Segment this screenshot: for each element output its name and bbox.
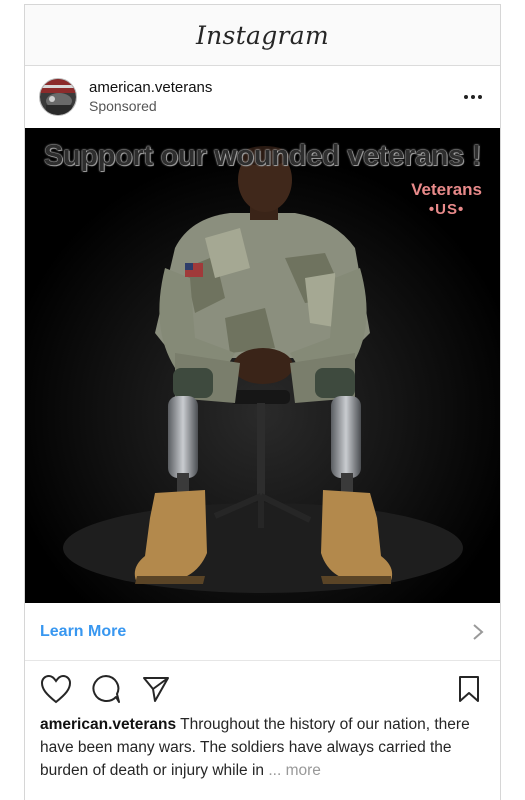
- post-caption: american.veterans Throughout the history…: [40, 713, 490, 782]
- caption-more-link[interactable]: more: [286, 762, 321, 779]
- post-actions: [25, 665, 500, 713]
- ad-headline: Support our wounded veterans !: [43, 140, 482, 172]
- learn-more-bar[interactable]: Learn More: [25, 603, 500, 661]
- post-header: american.veterans Sponsored: [25, 65, 500, 128]
- instagram-post-frame: Instagram american.veterans Sponsored Su…: [24, 4, 501, 800]
- learn-more-link[interactable]: Learn More: [40, 623, 126, 641]
- heart-icon[interactable]: [39, 672, 73, 706]
- paper-plane-icon[interactable]: [139, 672, 173, 706]
- ad-image[interactable]: Support our wounded veterans ! Veterans …: [25, 128, 500, 603]
- comment-bubble-icon[interactable]: [89, 672, 123, 706]
- instagram-logo[interactable]: Instagram: [196, 21, 329, 50]
- caption-username[interactable]: american.veterans: [40, 716, 176, 733]
- app-header: Instagram: [25, 5, 500, 66]
- post-username[interactable]: american.veterans: [89, 79, 212, 97]
- veterans-us-watermark: Veterans •US•: [411, 180, 482, 220]
- sponsored-label: Sponsored: [89, 97, 157, 114]
- watermark-line2: •US•: [428, 201, 465, 218]
- post-meta: american.veterans Sponsored: [89, 79, 212, 115]
- avatar[interactable]: [39, 77, 77, 116]
- chevron-right-icon[interactable]: [471, 623, 485, 641]
- watermark-line1: Veterans: [411, 180, 482, 199]
- caption-ellipsis: ...: [264, 762, 286, 779]
- bookmark-icon[interactable]: [452, 672, 486, 706]
- more-horizontal-icon[interactable]: [460, 89, 486, 105]
